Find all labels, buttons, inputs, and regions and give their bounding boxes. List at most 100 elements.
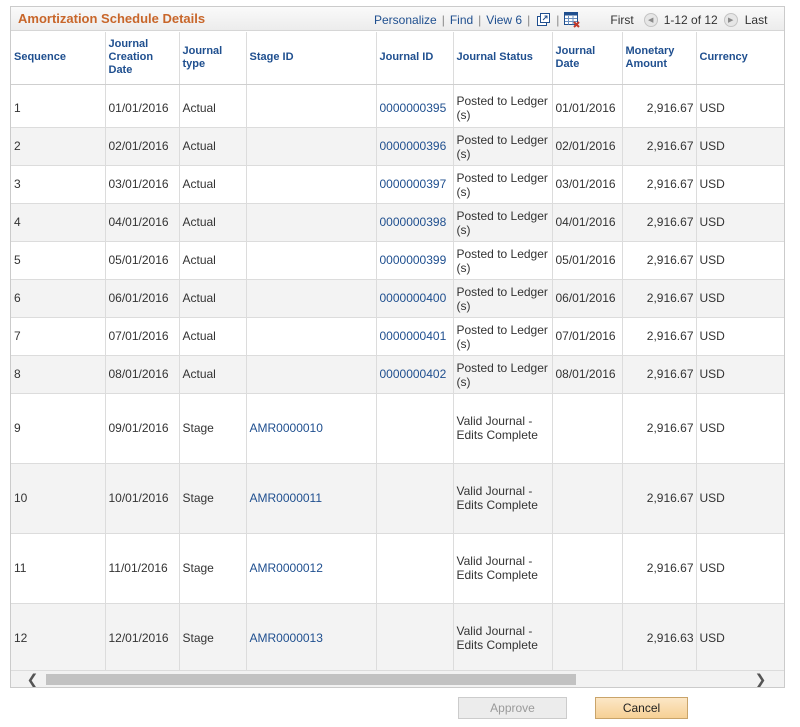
scrollbar-thumb[interactable] [46,674,576,685]
cell-monetary-amount: 2,916.67 [622,393,697,464]
cell-creation-date: 06/01/2016 [105,279,180,318]
cell-creation-date: 02/01/2016 [105,127,180,166]
cell-journal-type: Actual [179,241,247,280]
table-row: 4 04/01/2016 Actual 0000000398 Posted to Led… [11,203,784,242]
col-header-sequence[interactable]: Sequence [11,32,106,85]
scroll-right-icon[interactable]: ❯ [752,671,769,687]
journal-id-link[interactable]: 0000000401 [380,329,447,343]
horizontal-scrollbar[interactable]: ❮ ❯ [11,670,784,687]
col-header-creation-date[interactable]: Journal Creation Date [105,32,180,85]
cell-journal-id [376,393,454,464]
cell-creation-date: 08/01/2016 [105,355,180,394]
cell-stage-id [246,241,377,280]
cell-monetary-amount: 2,916.67 [622,203,697,242]
journal-id-link[interactable]: 0000000398 [380,215,447,229]
cell-currency: USD [696,533,784,604]
row-range: 1-12 of 12 [663,13,718,27]
approve-button[interactable]: Approve [458,697,567,719]
cell-sequence: 4 [11,203,106,242]
personalize-link[interactable]: Personalize [374,13,437,27]
table-row: 10 10/01/2016 Stage AMR0000011 Valid Journal… [11,463,784,534]
cell-journal-id [376,463,454,534]
cell-journal-date: 01/01/2016 [552,89,623,128]
toolbar-separator: | [441,13,445,27]
journal-id-link[interactable]: 0000000395 [380,101,447,115]
cell-stage-id [246,89,377,128]
scroll-left-icon[interactable]: ❮ [24,671,41,687]
cell-monetary-amount: 2,916.67 [622,165,697,204]
cell-journal-date [552,393,623,464]
cell-journal-status: Posted to Ledger (s) [453,89,553,128]
cell-creation-date: 09/01/2016 [105,393,180,464]
grid-body: Sequence Journal Creation Date Journal t… [11,32,784,674]
view-all-link[interactable]: View 6 [486,13,522,27]
table-row: 7 07/01/2016 Actual 0000000401 Posted to Led… [11,317,784,356]
cell-journal-id: 0000000400 [376,279,454,318]
cell-journal-date: 03/01/2016 [552,165,623,204]
table-row: 9 09/01/2016 Stage AMR0000010 Valid Journal … [11,393,784,464]
col-header-stage-id[interactable]: Stage ID [246,32,377,85]
cell-sequence: 10 [11,463,106,534]
cell-creation-date: 01/01/2016 [105,89,180,128]
col-header-currency[interactable]: Currency [696,32,784,85]
cell-currency: USD [696,127,784,166]
col-header-journal-status[interactable]: Journal Status [453,32,553,85]
last-label[interactable]: Last [745,13,768,27]
cell-sequence: 9 [11,393,106,464]
amortization-table: Sequence Journal Creation Date Journal t… [11,32,784,674]
journal-id-link[interactable]: 0000000397 [380,177,447,191]
table-row: 5 05/01/2016 Actual 0000000399 Posted to Led… [11,241,784,280]
col-header-monetary-amount[interactable]: Monetary Amount [622,32,697,85]
cell-journal-type: Stage [179,533,247,604]
col-header-journal-type[interactable]: Journal type [179,32,247,85]
journal-id-link[interactable]: 0000000399 [380,253,447,267]
cell-journal-id: 0000000402 [376,355,454,394]
cell-journal-status: Valid Journal - Edits Complete [453,463,553,534]
cancel-button[interactable]: Cancel [595,697,688,719]
first-label[interactable]: First [610,13,633,27]
download-to-spreadsheet-icon[interactable] [564,12,581,28]
cell-journal-status: Valid Journal - Edits Complete [453,393,553,464]
journal-id-link[interactable]: 0000000400 [380,291,447,305]
cell-sequence: 11 [11,533,106,604]
cell-stage-id: AMR0000013 [246,603,377,674]
cell-creation-date: 05/01/2016 [105,241,180,280]
next-arrow-icon[interactable]: ▶ [723,13,738,27]
cell-journal-status: Posted to Ledger (s) [453,203,553,242]
cell-stage-id [246,203,377,242]
cell-journal-type: Stage [179,393,247,464]
cell-journal-status: Posted to Ledger (s) [453,279,553,318]
cell-monetary-amount: 2,916.67 [622,317,697,356]
table-row: 3 03/01/2016 Actual 0000000397 Posted to Led… [11,165,784,204]
table-row: 11 11/01/2016 Stage AMR0000012 Valid Journal… [11,533,784,604]
stage-id-link[interactable]: AMR0000012 [250,561,323,575]
stage-id-link[interactable]: AMR0000011 [250,491,323,505]
stage-id-link[interactable]: AMR0000010 [250,421,323,435]
cell-journal-status: Posted to Ledger (s) [453,355,553,394]
col-header-journal-date[interactable]: Journal Date [552,32,623,85]
cell-journal-date: 05/01/2016 [552,241,623,280]
journal-id-link[interactable]: 0000000396 [380,139,447,153]
cell-currency: USD [696,393,784,464]
cell-journal-status: Posted to Ledger (s) [453,317,553,356]
stage-id-link[interactable]: AMR0000013 [250,631,323,645]
cell-currency: USD [696,317,784,356]
cell-creation-date: 04/01/2016 [105,203,180,242]
cell-stage-id [246,279,377,318]
cell-journal-type: Actual [179,127,247,166]
cell-monetary-amount: 2,916.67 [622,89,697,128]
col-header-journal-id[interactable]: Journal ID [376,32,454,85]
previous-arrow-icon[interactable]: ◀ [643,13,658,27]
cell-sequence: 12 [11,603,106,674]
cell-creation-date: 12/01/2016 [105,603,180,674]
cell-stage-id [246,355,377,394]
cell-sequence: 3 [11,165,106,204]
cell-sequence: 1 [11,89,106,128]
cell-journal-status: Posted to Ledger (s) [453,241,553,280]
find-link[interactable]: Find [450,13,473,27]
cell-creation-date: 10/01/2016 [105,463,180,534]
new-window-icon[interactable] [535,12,551,28]
journal-id-link[interactable]: 0000000402 [380,367,447,381]
cell-journal-type: Actual [179,317,247,356]
cell-sequence: 2 [11,127,106,166]
